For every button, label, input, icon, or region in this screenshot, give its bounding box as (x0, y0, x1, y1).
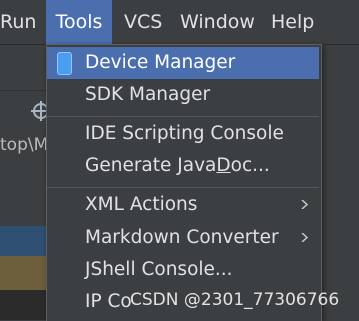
menu-item-label: IDE Scripting Console (85, 123, 284, 144)
menu-item-markdown-converter[interactable]: Markdown Converter (47, 222, 319, 254)
menu-run-label: Run (0, 11, 37, 33)
menu-window[interactable]: Window (180, 0, 256, 44)
path-fragment: top\M (0, 135, 49, 155)
menu-item-label: Device Manager (85, 52, 236, 73)
device-icon (57, 52, 72, 75)
label-mnemonic: D (216, 155, 231, 176)
watermark: CSDN @2301_77306766 (130, 290, 340, 310)
menu-item-label: Generate JavaDoc... (85, 150, 270, 182)
chevron-right-icon (301, 233, 309, 242)
menu-help-label: Help (271, 11, 315, 33)
tools-menu: Device Manager SDK Manager IDE Scripting… (46, 44, 322, 321)
chevron-right-icon (301, 200, 309, 209)
menu-item-xml-actions[interactable]: XML Actions (47, 189, 319, 221)
menu-separator (47, 116, 319, 117)
menu-item-label: JShell Console... (85, 259, 233, 280)
menu-item-device-manager[interactable]: Device Manager (47, 47, 319, 79)
menu-item-label: SDK Manager (85, 84, 211, 105)
menu-tools-label: Tools (55, 11, 103, 33)
toolbar-fragment (0, 45, 46, 91)
editor-fragment (0, 290, 46, 320)
menu-help[interactable]: Help (271, 0, 321, 44)
menu-item-sdk-manager[interactable]: SDK Manager (47, 79, 319, 111)
menu-vcs-label: VCS (124, 11, 163, 33)
menu-item-label: Markdown Converter (85, 227, 279, 248)
menu-item-label: XML Actions (85, 194, 198, 215)
menu-item-label: IP Co (85, 291, 132, 312)
label-part: Generate Java (85, 155, 217, 176)
menu-run[interactable]: Run (0, 0, 44, 44)
selected-row-fragment (0, 226, 46, 256)
menu-window-label: Window (180, 11, 255, 33)
menu-bar: Run Tools VCS Window Help (0, 0, 359, 45)
highlighted-row-fragment (0, 256, 46, 290)
menu-vcs[interactable]: VCS (124, 0, 168, 44)
menu-item-ide-scripting-console[interactable]: IDE Scripting Console (47, 118, 319, 150)
menu-tools[interactable]: Tools (46, 0, 112, 44)
menu-item-generate-javadoc[interactable]: Generate JavaDoc... (47, 150, 319, 182)
menu-item-jshell-console[interactable]: JShell Console... (47, 254, 319, 286)
label-part: oc... (230, 155, 270, 176)
menu-separator (47, 187, 319, 188)
